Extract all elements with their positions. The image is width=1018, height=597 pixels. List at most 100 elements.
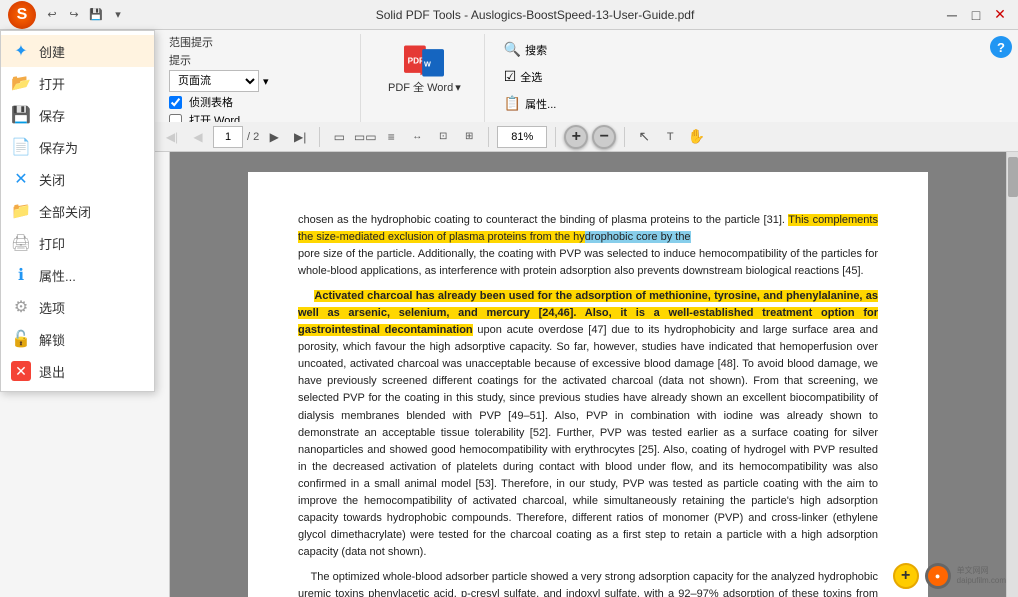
window-title: Solid PDF Tools - Auslogics-BoostSpeed-1… [128, 8, 942, 22]
pdf-to-word-button[interactable]: PDF ▶ W PDF 全 Word ▾ [375, 38, 474, 100]
page-flow-select[interactable]: 页面流 [169, 70, 259, 92]
first-page-button[interactable]: ◀| [161, 126, 183, 148]
select-all-button[interactable]: ☑ 全选 [497, 65, 564, 88]
menu-options[interactable]: ⚙ 选项 [1, 291, 154, 323]
menu-save[interactable]: 💾 保存 [1, 99, 154, 131]
menu-exit-label: 退出 [39, 362, 65, 381]
menu-open[interactable]: 📂 打开 [1, 67, 154, 99]
titlebar: S ↩ ↪ 💾 ▾ Solid PDF Tools - Auslogics-Bo… [0, 0, 1018, 30]
menu-unlock-label: 解锁 [39, 330, 65, 349]
page-number-input[interactable] [213, 126, 243, 148]
cursor-tool-button[interactable]: ↖ [633, 126, 655, 148]
scroll-thumb[interactable] [1008, 157, 1018, 197]
menu-print[interactable]: 🖨 打印 [1, 227, 154, 259]
continuous-button[interactable]: ≡ [380, 126, 402, 148]
properties-ribbon-button[interactable]: 📋 属性... [497, 92, 564, 115]
select-all-label: 全选 [520, 69, 542, 85]
maximize-button[interactable]: □ [966, 5, 986, 25]
page-separator: / 2 [247, 131, 259, 143]
svg-text:PDF: PDF [408, 57, 424, 66]
menu-save-label: 保存 [39, 106, 65, 125]
minimize-button[interactable]: ─ [942, 5, 962, 25]
closeall-icon: 📁 [11, 201, 31, 221]
menu-open-label: 打开 [39, 74, 65, 93]
menu-saveas-label: 保存为 [39, 138, 78, 157]
zoom-in-circle-button[interactable]: + [893, 563, 919, 589]
bottom-right-area: + ● 单文网网 daipufilm.com [893, 563, 1006, 589]
pdf-paragraph-1: chosen as the hydrophobic coating to cou… [298, 212, 878, 280]
text-normal-1: chosen as the hydrophobic coating to cou… [298, 214, 788, 226]
dropdown-arrow-icon: ▾ [263, 75, 269, 88]
menu-close[interactable]: ✕ 关闭 [1, 163, 154, 195]
create-icon: ✦ [11, 41, 31, 61]
menu-closeall[interactable]: 📁 全部关闭 [1, 195, 154, 227]
page-flow-row: 页面流 ▾ [169, 70, 316, 92]
text-select-button[interactable]: T [659, 126, 681, 148]
nav-separator-4 [624, 127, 625, 147]
pdf-text-content: chosen as the hydrophobic coating to cou… [298, 212, 878, 597]
pdf-word-icon: PDF ▶ W [404, 43, 444, 79]
properties-icon: ℹ [11, 265, 31, 285]
detect-table-checkbox[interactable] [169, 96, 182, 109]
detect-table-row: 侦测表格 [169, 94, 316, 110]
thumbnail-button[interactable]: ⊞ [458, 126, 480, 148]
qat-dropdown-button[interactable]: ▾ [108, 5, 128, 25]
search-icon: 🔍 [504, 41, 521, 58]
menu-saveas[interactable]: 📄 保存为 [1, 131, 154, 163]
pdf-display-area[interactable]: chosen as the hydrophobic coating to cou… [170, 152, 1006, 597]
pdf-page: chosen as the hydrophobic coating to cou… [248, 172, 928, 597]
unlock-icon: 🔓 [11, 329, 31, 349]
help-button[interactable]: ? [990, 36, 1012, 58]
zoom-display: 81% [497, 126, 547, 148]
redo-button[interactable]: ↪ [64, 5, 84, 25]
save-quick-button[interactable]: 💾 [86, 5, 106, 25]
zoom-in-button[interactable]: + [564, 125, 588, 149]
menu-create[interactable]: ✦ 创建 [1, 35, 154, 67]
window-controls: ─ □ ✕ [942, 5, 1010, 25]
prev-page-button[interactable]: ◀ [187, 126, 209, 148]
file-menu: ✦ 创建 📂 打开 💾 保存 📄 保存为 ✕ 关闭 📁 全部关闭 🖨 打印 ℹ … [0, 30, 155, 392]
search-button[interactable]: 🔍 搜索 [497, 38, 564, 61]
search-label: 搜索 [525, 42, 547, 58]
fit-width-button[interactable]: ↔ [406, 126, 428, 148]
brand-logo: ● [928, 566, 948, 586]
exit-icon: ✕ [11, 361, 31, 381]
pan-button[interactable]: ✋ [685, 126, 707, 148]
last-page-button[interactable]: ▶| [289, 126, 311, 148]
single-page-button[interactable]: ▭ [328, 126, 350, 148]
menu-options-label: 选项 [39, 298, 65, 317]
hint-text: 提示 [169, 52, 191, 68]
pdf-word-label: PDF 全 Word ▾ [388, 79, 461, 95]
menu-properties-label: 属性... [39, 266, 76, 285]
nav-separator-3 [555, 127, 556, 147]
properties-ribbon-icon: 📋 [504, 95, 521, 112]
menu-exit[interactable]: ✕ 退出 [1, 355, 154, 387]
menu-unlock[interactable]: 🔓 解锁 [1, 323, 154, 355]
watermark-text: 单文网网 daipufilm.com [957, 566, 1006, 587]
fit-page-button[interactable]: ⊡ [432, 126, 454, 148]
undo-button[interactable]: ↩ [42, 5, 62, 25]
navigation-bar: ◀| ◀ / 2 ▶ ▶| ▭ ▭▭ ≡ ↔ ⊡ ⊞ 81% + − ↖ T ✋ [155, 122, 1018, 152]
text-normal-2: pore size of the particle. Additionally,… [298, 248, 878, 277]
quick-access-toolbar: ↩ ↪ 💾 ▾ [42, 5, 128, 25]
range-hint-row: 范围提示 [169, 34, 316, 50]
menu-properties[interactable]: ℹ 属性... [1, 259, 154, 291]
pdf-paragraph-3: The optimized whole-blood adsorber parti… [298, 569, 878, 597]
facing-pages-button[interactable]: ▭▭ [354, 126, 376, 148]
options-icon: ⚙ [11, 297, 31, 317]
print-icon: 🖨 [11, 233, 31, 253]
menu-closeall-label: 全部关闭 [39, 202, 91, 221]
properties-ribbon-label: 属性... [525, 96, 556, 112]
zoom-out-button[interactable]: − [592, 125, 616, 149]
next-page-button[interactable]: ▶ [263, 126, 285, 148]
nav-separator-2 [488, 127, 489, 147]
brand-circle: ● [925, 563, 951, 589]
right-scrollbar[interactable] [1006, 152, 1018, 597]
pdf-paragraph-2: Activated charcoal has already been used… [298, 288, 878, 561]
close-button[interactable]: ✕ [990, 5, 1010, 25]
nav-separator [319, 127, 320, 147]
text-normal-3: upon acute overdose [47] due to its hydr… [298, 324, 878, 558]
saveas-icon: 📄 [11, 137, 31, 157]
menu-create-label: 创建 [39, 42, 65, 61]
range-hint-label: 范围提示 [169, 34, 213, 50]
